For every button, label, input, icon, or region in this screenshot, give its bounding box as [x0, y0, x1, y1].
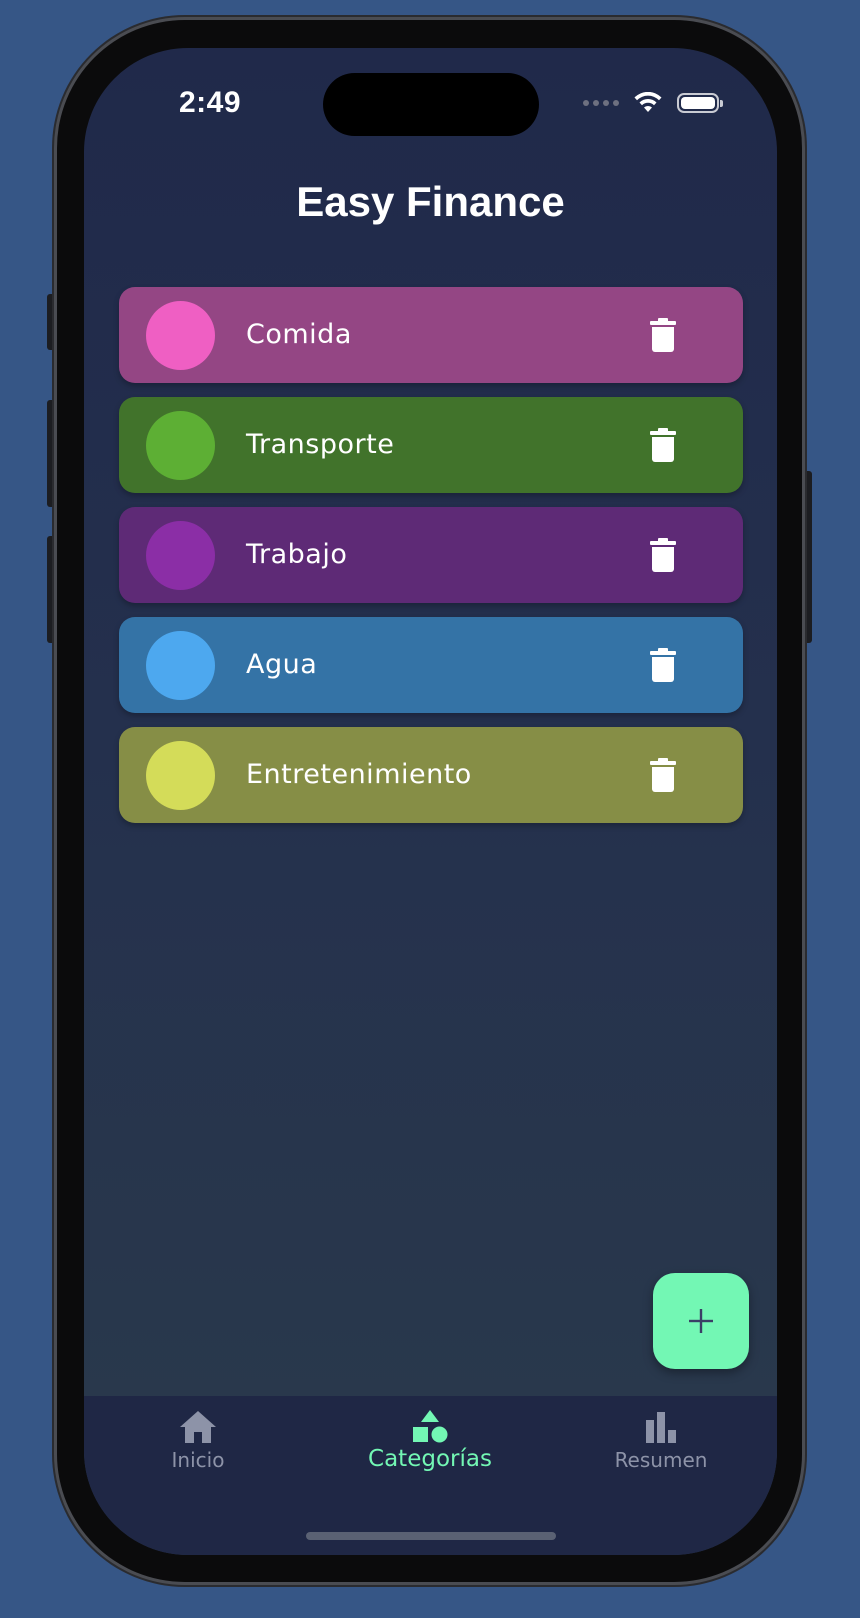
- category-item[interactable]: Entretenimiento: [119, 727, 743, 823]
- category-label: Entretenimiento: [246, 759, 472, 790]
- status-time: 2:49: [179, 86, 242, 119]
- category-item[interactable]: Comida: [119, 287, 743, 383]
- trash-icon: [650, 538, 676, 572]
- trash-icon: [650, 428, 676, 462]
- shapes-icon: [413, 1410, 448, 1443]
- trash-icon: [650, 648, 676, 682]
- plus-icon: [689, 1309, 713, 1333]
- signal-dots-icon: [583, 100, 619, 106]
- category-color-swatch: [146, 301, 215, 370]
- category-label: Agua: [246, 649, 318, 680]
- delete-button[interactable]: [645, 427, 681, 463]
- category-label: Transporte: [246, 429, 395, 460]
- power-button: [803, 471, 812, 643]
- silent-switch: [47, 294, 56, 350]
- status-icons: [583, 92, 723, 114]
- category-item[interactable]: Transporte: [119, 397, 743, 493]
- category-label: Comida: [246, 319, 352, 350]
- add-category-button[interactable]: [653, 1273, 749, 1369]
- category-list: Comida Transporte Trabajo Agua Entreteni…: [119, 287, 743, 837]
- battery-icon: [677, 93, 723, 113]
- app-screen: 2:49 Easy Finance Comida Transporte Trab…: [84, 48, 777, 1555]
- bar-chart-icon: [646, 1412, 676, 1443]
- volume-down-button: [47, 536, 56, 643]
- nav-item-resumen[interactable]: Resumen: [571, 1410, 751, 1472]
- category-color-swatch: [146, 521, 215, 590]
- delete-button[interactable]: [645, 317, 681, 353]
- category-color-swatch: [146, 411, 215, 480]
- home-indicator[interactable]: [306, 1532, 556, 1540]
- delete-button[interactable]: [645, 647, 681, 683]
- category-item[interactable]: Trabajo: [119, 507, 743, 603]
- nav-item-inicio[interactable]: Inicio: [108, 1410, 288, 1472]
- delete-button[interactable]: [645, 757, 681, 793]
- nav-label: Inicio: [171, 1448, 225, 1472]
- dynamic-island: [323, 73, 539, 136]
- nav-item-categorias[interactable]: Categorías: [340, 1410, 520, 1472]
- category-color-swatch: [146, 631, 215, 700]
- trash-icon: [650, 758, 676, 792]
- nav-label: Categorías: [368, 1446, 492, 1472]
- page-title: Easy Finance: [296, 178, 565, 225]
- nav-label: Resumen: [614, 1448, 708, 1472]
- category-label: Trabajo: [246, 539, 348, 570]
- wifi-icon: [633, 92, 663, 114]
- category-item[interactable]: Agua: [119, 617, 743, 713]
- volume-up-button: [47, 400, 56, 507]
- category-color-swatch: [146, 741, 215, 810]
- trash-icon: [650, 318, 676, 352]
- home-icon: [180, 1411, 216, 1443]
- delete-button[interactable]: [645, 537, 681, 573]
